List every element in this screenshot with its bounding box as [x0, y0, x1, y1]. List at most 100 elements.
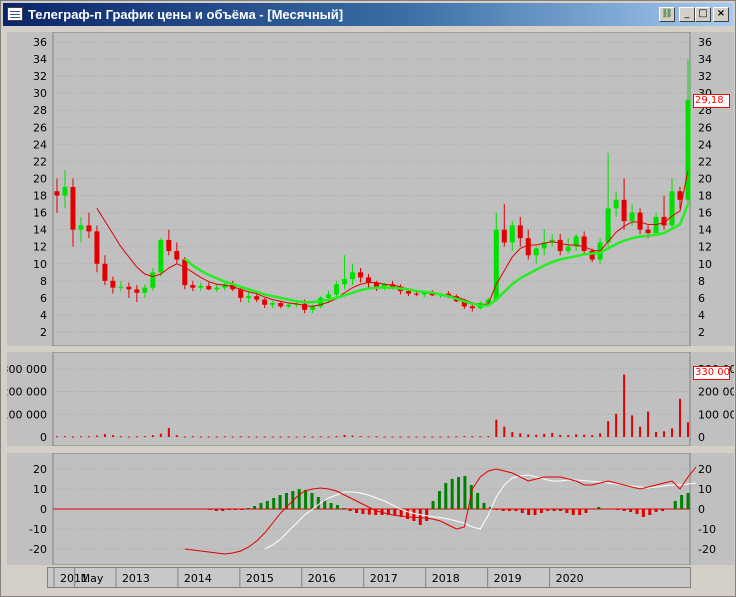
price-candle-body	[110, 280, 116, 288]
volume-marks	[56, 374, 689, 438]
volume-bar	[583, 434, 586, 437]
volume-bar	[511, 432, 514, 437]
price-candle-body	[134, 289, 140, 293]
price-y-tick-left: 10	[33, 258, 47, 271]
price-y-tick-right: 22	[698, 155, 712, 168]
price-candle-body	[621, 199, 627, 222]
time-axis-label: May	[81, 572, 104, 585]
price-y-tick-left: 34	[33, 53, 47, 66]
macd-hist-bar	[393, 509, 397, 515]
price-candle-body	[102, 263, 108, 281]
price-y-tick-left: 16	[33, 207, 47, 220]
price-candle-body	[645, 229, 651, 234]
price-candle-body	[54, 191, 60, 196]
macd-hist-bar	[463, 476, 467, 509]
macd-hist-bar	[457, 477, 461, 509]
link-icon[interactable]: ⛓	[659, 7, 675, 22]
macd-hist-bar	[418, 509, 422, 525]
volume-bar	[543, 433, 546, 437]
price-y-tick-left: 12	[33, 241, 47, 254]
macd-y-tick-left: -10	[29, 523, 47, 536]
volume-bar	[247, 436, 250, 438]
window-title: Телеграф-п График цены и объёма - [Месяч…	[28, 7, 344, 22]
price-candle-body	[126, 286, 132, 290]
macd-hist-bar	[482, 503, 486, 509]
macd-hist-bar	[316, 497, 320, 509]
price-y-tick-left: 14	[33, 224, 47, 237]
macd-hist-bar	[246, 508, 250, 509]
volume-bar	[143, 436, 146, 438]
price-candle-body	[118, 286, 124, 288]
volume-bar	[311, 436, 314, 438]
price-y-tick-right: 34	[698, 53, 712, 66]
volume-bar	[455, 436, 458, 438]
volume-bar	[287, 436, 290, 438]
title-bar[interactable]: Телеграф-п График цены и объёма - [Месяч…	[3, 3, 733, 26]
macd-hist-bar	[527, 509, 531, 515]
volume-bar	[487, 436, 490, 438]
macd-line	[184, 466, 697, 555]
volume-bar	[295, 436, 298, 438]
price-candle-body	[366, 277, 372, 283]
macd-hist-bar	[342, 508, 346, 509]
macd-hist-bar	[233, 509, 237, 510]
macd-panel[interactable]: 20 20 10 10 0 0 -10 -10 -20 -20	[7, 452, 734, 566]
price-candle-body	[70, 187, 76, 230]
volume-y-tick-left: 100 000	[7, 408, 47, 421]
volume-y-tick-right: 0	[698, 431, 705, 444]
volume-last-value: 330 008	[693, 366, 730, 380]
price-candle-body	[669, 191, 675, 226]
price-y-tick-right: 6	[698, 292, 705, 305]
macd-marks	[184, 466, 697, 555]
volume-bar	[127, 436, 130, 438]
volume-bar	[535, 434, 538, 437]
price-y-tick-left: 28	[33, 104, 47, 117]
volume-bar	[519, 433, 522, 437]
macd-hist-bar	[680, 495, 684, 509]
macd-y-tick-right: -20	[698, 543, 716, 556]
price-plot-frame	[52, 31, 691, 347]
price-candle-body	[334, 284, 340, 295]
price-y-tick-left: 32	[33, 70, 47, 83]
volume-bar	[639, 426, 642, 437]
price-y-tick-left: 18	[33, 190, 47, 203]
price-candle-body	[198, 285, 204, 288]
macd-hist-bar	[221, 509, 225, 511]
price-candle-body	[525, 238, 531, 256]
time-axis-label: 2018	[432, 572, 460, 585]
time-axis-label: 2020	[556, 572, 584, 585]
volume-panel[interactable]: 00100 000100 000200 000200 000300 000300…	[2, 351, 736, 447]
price-y-tick-left: 8	[40, 275, 47, 288]
time-axis[interactable]: 2011 May 2013 2014 2015 2016 2017 2018 2019 2020	[47, 567, 691, 588]
price-candle-body	[326, 294, 332, 298]
price-panel[interactable]: 2 2 4 4 6 6 8 8 10 10 12 12 14 14 16 16 18 18 20 20 22 22 24 24…	[7, 31, 734, 347]
volume-bar	[631, 415, 634, 437]
volume-bar	[79, 436, 82, 438]
macd-hist-bar	[508, 509, 512, 511]
price-candle-body	[350, 272, 356, 280]
price-candle-body	[605, 208, 611, 243]
macd-hist-bar	[265, 501, 269, 509]
close-button[interactable]: ×	[713, 7, 729, 22]
price-candle-body	[557, 239, 563, 251]
price-candle-body	[158, 239, 164, 273]
macd-hist-bar	[584, 509, 588, 513]
price-candle-body	[286, 304, 292, 307]
price-candle-body	[565, 246, 571, 251]
volume-bar	[575, 434, 578, 437]
volume-bar	[111, 435, 114, 437]
macd-hist-bar	[622, 509, 626, 511]
price-candle-body	[310, 306, 316, 310]
volume-bar	[103, 434, 106, 437]
volume-bar	[95, 435, 98, 437]
minimize-button[interactable]: _	[679, 7, 695, 22]
maximize-button[interactable]: □	[695, 7, 711, 22]
volume-bar	[167, 427, 170, 437]
volume-chart: 00100 000100 000200 000200 000300 000300…	[2, 351, 736, 447]
price-candle-body	[413, 293, 419, 295]
volume-bar	[207, 436, 210, 438]
price-candle-body	[94, 231, 100, 264]
price-candle-body	[342, 279, 348, 285]
price-candle-body	[509, 225, 515, 243]
macd-hist-bar	[259, 503, 263, 509]
